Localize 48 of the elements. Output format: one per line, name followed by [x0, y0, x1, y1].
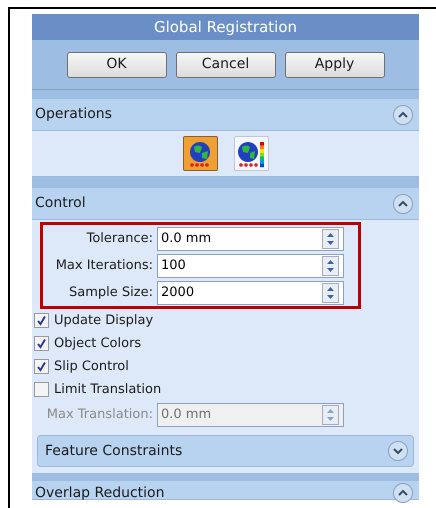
- up-down-arrows-icon: [326, 284, 335, 300]
- dialog-button[interactable]: Apply: [284, 52, 384, 78]
- field-label: Sample Size:: [68, 284, 154, 302]
- number-field[interactable]: 2000: [157, 280, 344, 304]
- chevron-up-icon: [398, 489, 408, 497]
- checkbox[interactable]: [34, 313, 49, 328]
- checkbox-label: Limit Translation: [54, 380, 162, 399]
- section-title: Operations: [35, 105, 112, 124]
- up-down-arrows-icon: [326, 407, 335, 423]
- number-field[interactable]: 0.0 mm: [157, 226, 344, 250]
- chevron-down-icon: [393, 447, 403, 455]
- checkbox[interactable]: [34, 359, 49, 374]
- checkbox-label: Slip Control: [54, 358, 129, 376]
- section-header[interactable]: Operations: [32, 99, 419, 131]
- field-label: Max Translation:: [46, 406, 154, 424]
- section-header[interactable]: Overlap Reduction: [32, 481, 419, 500]
- field-value: 100: [161, 256, 186, 275]
- up-down-arrows-icon: [326, 230, 335, 246]
- spinner-control[interactable]: [322, 282, 339, 302]
- chevron-up-icon: [398, 200, 408, 208]
- subsection-title: Feature Constraints: [45, 442, 182, 460]
- checkbox[interactable]: [34, 336, 49, 351]
- up-down-arrows-icon: [326, 258, 335, 274]
- collapse-button[interactable]: [393, 483, 413, 503]
- spinner-control[interactable]: [322, 256, 339, 276]
- collapse-button[interactable]: [393, 194, 413, 214]
- chevron-up-icon: [398, 110, 408, 118]
- dialog-button[interactable]: Cancel: [176, 52, 276, 78]
- spinner-control[interactable]: [322, 228, 339, 248]
- window-title: Global Registration: [32, 14, 419, 40]
- subsection-header[interactable]: Feature Constraints: [37, 435, 414, 467]
- checkbox-label: Update Display: [54, 312, 154, 330]
- field-value: 0.0 mm: [161, 230, 212, 248]
- collapse-button[interactable]: [393, 104, 413, 124]
- checkbox-label: Object Colors: [54, 334, 142, 353]
- section-title: Control: [35, 194, 86, 213]
- tool-button[interactable]: [234, 136, 268, 171]
- tool-button[interactable]: [182, 136, 218, 171]
- field-value: 2000: [161, 284, 194, 302]
- number-field[interactable]: 100: [157, 254, 344, 278]
- section-title: Overlap Reduction: [35, 484, 164, 503]
- expand-button[interactable]: [388, 441, 408, 461]
- field-label: Tolerance:: [86, 230, 154, 248]
- field-label: Max Iterations:: [54, 256, 154, 275]
- checkbox[interactable]: [34, 382, 49, 397]
- field-value: 0.0 mm: [161, 406, 212, 424]
- dialog-button[interactable]: OK: [66, 52, 166, 78]
- section-header[interactable]: Control: [32, 188, 419, 220]
